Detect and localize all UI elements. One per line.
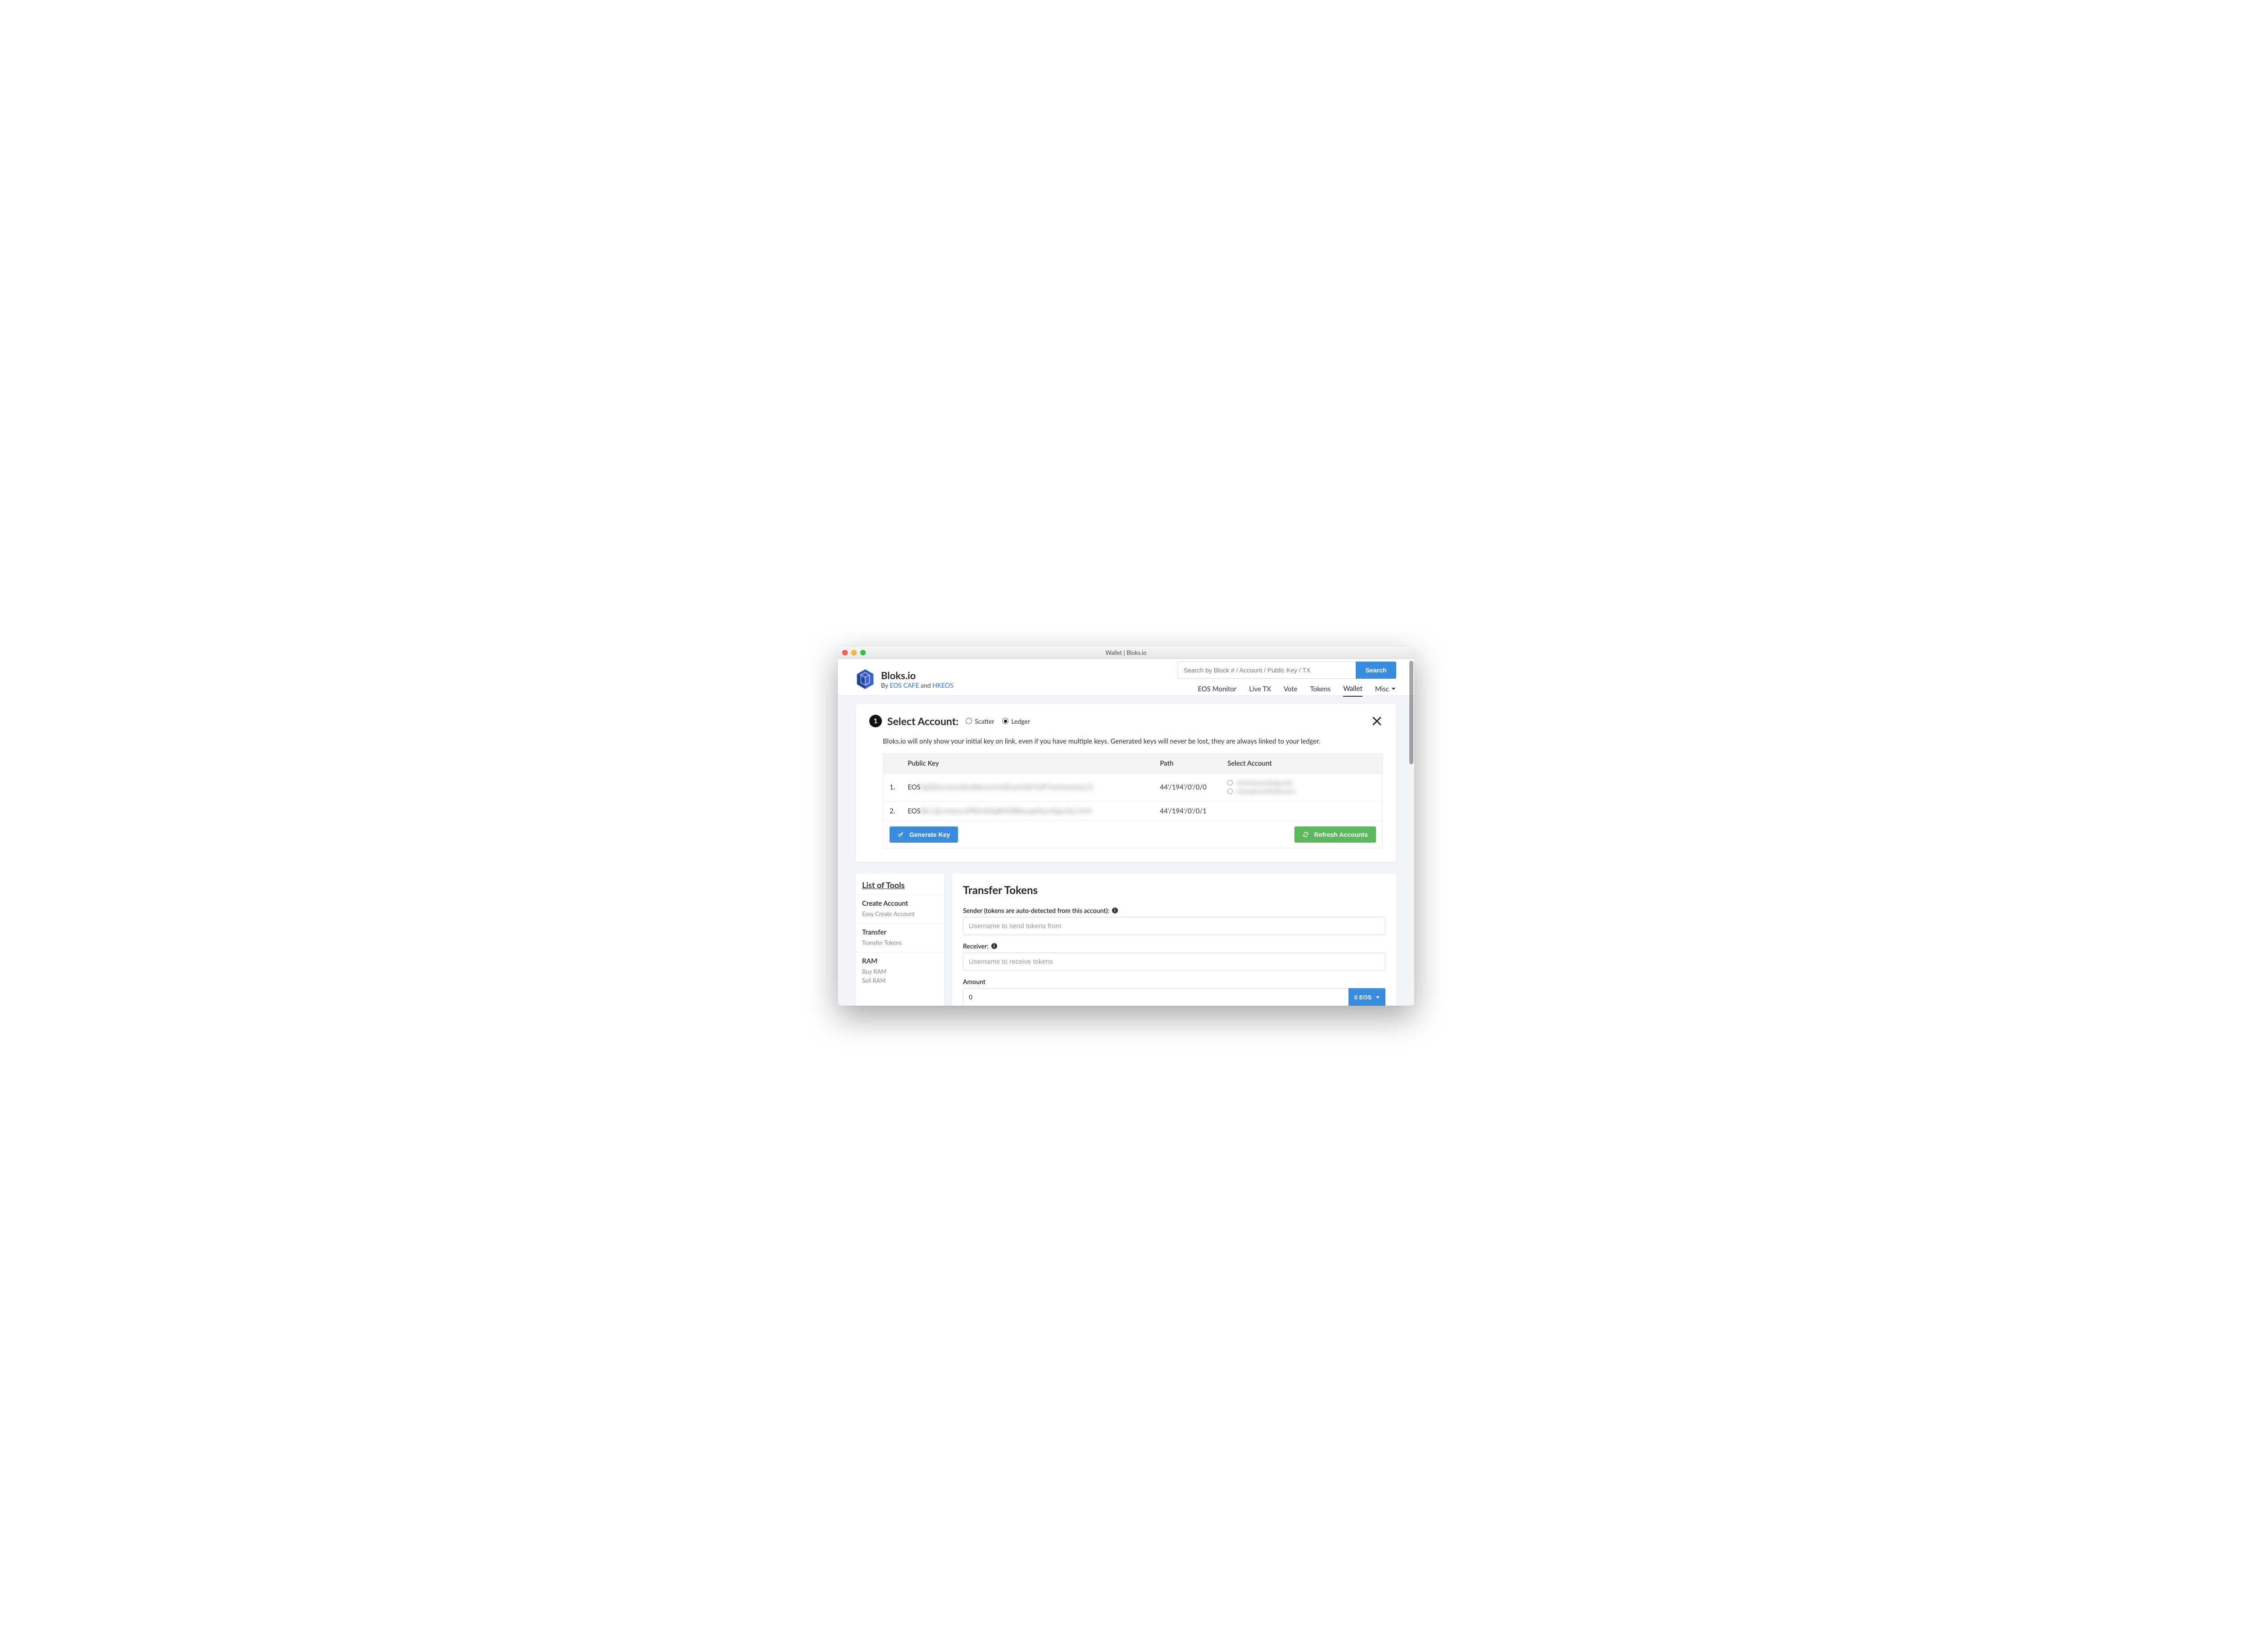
link-hkeos[interactable]: HKEOS	[932, 681, 953, 689]
tool-buy-ram[interactable]: Buy RAM	[862, 967, 938, 976]
step-badge: 1	[869, 715, 882, 727]
table-actions-row: Generate Key Refresh Accounts	[883, 821, 1383, 849]
account-option[interactable]: minirdawoahelga.bm	[1227, 779, 1376, 786]
brand-text: Bloks.io By EOS CAFE and HKEOS	[881, 669, 953, 689]
main-nav: EOS Monitor Live TX Vote Tokens Wallet M…	[1198, 681, 1396, 697]
receiver-input[interactable]	[963, 953, 1385, 971]
nav-eos-monitor[interactable]: EOS Monitor	[1198, 681, 1236, 697]
macos-titlebar: Wallet | Bloks.io	[838, 646, 1414, 659]
key-icon	[898, 831, 904, 838]
sender-field: Sender (tokens are auto-detected from th…	[963, 907, 1385, 935]
page-viewport: Bloks.io By EOS CAFE and HKEOS Search EO…	[838, 659, 1414, 1006]
row-path: 44'/194'/0'/0/0	[1153, 773, 1221, 802]
tool-group-create-account: Create Account Easy Create Account	[856, 895, 944, 924]
nav-tokens[interactable]: Tokens	[1310, 681, 1331, 697]
chevron-down-icon	[1392, 688, 1395, 690]
radio-icon	[1227, 780, 1233, 785]
tool-transfer-tokens[interactable]: Transfer Tokens	[862, 938, 938, 948]
radio-icon	[1002, 718, 1008, 724]
table-row: 2. EOS8bc7gLrmyhzunFlRJmkOgROOlBtkyag4fa…	[883, 802, 1383, 821]
nav-live-tx[interactable]: Live TX	[1249, 681, 1271, 697]
ledger-info-text: Bloks.io will only show your initial key…	[883, 737, 1383, 745]
tools-sidebar: List of Tools Create Account Easy Create…	[856, 874, 944, 1006]
account-option[interactable]: mlandanawfmikynam	[1227, 787, 1376, 795]
col-public-key: Public Key	[901, 754, 1153, 773]
nav-misc[interactable]: Misc	[1375, 681, 1395, 697]
select-account-title: Select Account:	[887, 715, 958, 727]
info-icon[interactable]: i	[1112, 908, 1118, 913]
refresh-icon	[1303, 831, 1309, 838]
header-right: Search EOS Monitor Live TX Vote Tokens W…	[1178, 662, 1396, 697]
browser-window: Wallet | Bloks.io	[838, 646, 1414, 1006]
amount-field: Amount 0 EOS	[963, 978, 1385, 1006]
wallet-type-radios: Scatter Ledger	[966, 717, 1034, 725]
row-public-key: EOS5gZlDzLmmn2by4bknryCm4EJwmOk7LdFYwnYw…	[901, 773, 1153, 802]
search-wrap: Search	[1178, 662, 1396, 679]
col-index	[883, 754, 902, 773]
radio-icon	[966, 718, 972, 724]
tool-group-transfer: Transfer Transfer Tokens	[856, 924, 944, 953]
row-public-key: EOS8bc7gLrmyhzunFlRJmkOgROOlBtkyag4faynO…	[901, 802, 1153, 821]
search-button[interactable]: Search	[1356, 662, 1396, 679]
window-title: Wallet | Bloks.io	[838, 649, 1414, 656]
row-index: 1.	[883, 773, 902, 802]
col-select-account: Select Account	[1221, 754, 1382, 773]
link-eoscafe[interactable]: EOS CAFE	[890, 681, 919, 689]
select-account-header: 1 Select Account: Scatter Ledger	[869, 715, 1383, 727]
radio-ledger[interactable]: Ledger	[1002, 717, 1030, 725]
keys-table: Public Key Path Select Account 1. EOS5gZ…	[883, 753, 1383, 849]
generate-key-button[interactable]: Generate Key	[890, 826, 958, 843]
brand-byline: By EOS CAFE and HKEOS	[881, 681, 953, 689]
close-panel-button[interactable]	[1371, 715, 1383, 727]
search-input[interactable]	[1178, 662, 1356, 679]
info-icon[interactable]: i	[991, 943, 997, 949]
scrollbar-thumb[interactable]	[1409, 661, 1413, 764]
radio-scatter[interactable]: Scatter	[966, 717, 994, 725]
tool-sell-ram[interactable]: Sell RAM	[862, 976, 938, 985]
row-accounts	[1221, 802, 1382, 821]
tool-group-ram: RAM Buy RAM Sell RAM	[856, 953, 944, 990]
row-index: 2.	[883, 802, 902, 821]
brand-name: Bloks.io	[881, 669, 953, 681]
tool-easy-create-account[interactable]: Easy Create Account	[862, 909, 938, 919]
transfer-tokens-card: Transfer Tokens Sender (tokens are auto-…	[952, 874, 1396, 1006]
sender-input[interactable]	[963, 917, 1385, 935]
brand[interactable]: Bloks.io By EOS CAFE and HKEOS	[856, 668, 953, 690]
col-path: Path	[1153, 754, 1221, 773]
radio-icon	[1227, 789, 1233, 794]
page-body: 1 Select Account: Scatter Ledger	[838, 696, 1414, 1006]
close-icon	[1371, 715, 1383, 727]
table-row: 1. EOS5gZlDzLmmn2by4bknryCm4EJwmOk7LdFYw…	[883, 773, 1383, 802]
logo-cube-icon	[856, 668, 875, 690]
row-path: 44'/194'/0'/0/1	[1153, 802, 1221, 821]
nav-vote[interactable]: Vote	[1284, 681, 1298, 697]
sender-label: Sender (tokens are auto-detected from th…	[963, 907, 1385, 914]
token-select-dropdown[interactable]: 0 EOS	[1348, 988, 1385, 1006]
receiver-field: Receiver: i	[963, 942, 1385, 971]
chevron-down-icon	[1376, 996, 1380, 998]
row-accounts: minirdawoahelga.bm mlandanawfmikynam	[1221, 773, 1382, 802]
transfer-title: Transfer Tokens	[963, 884, 1385, 897]
amount-input[interactable]	[963, 988, 1348, 1006]
site-header: Bloks.io By EOS CAFE and HKEOS Search EO…	[838, 659, 1414, 696]
lower-section: List of Tools Create Account Easy Create…	[856, 874, 1396, 1006]
nav-wallet[interactable]: Wallet	[1343, 681, 1362, 697]
amount-label: Amount	[963, 978, 1385, 985]
receiver-label: Receiver: i	[963, 942, 1385, 950]
refresh-accounts-button[interactable]: Refresh Accounts	[1294, 826, 1376, 843]
select-account-card: 1 Select Account: Scatter Ledger	[856, 704, 1396, 862]
scrollbar[interactable]	[1409, 661, 1413, 1004]
tools-heading: List of Tools	[856, 880, 944, 895]
